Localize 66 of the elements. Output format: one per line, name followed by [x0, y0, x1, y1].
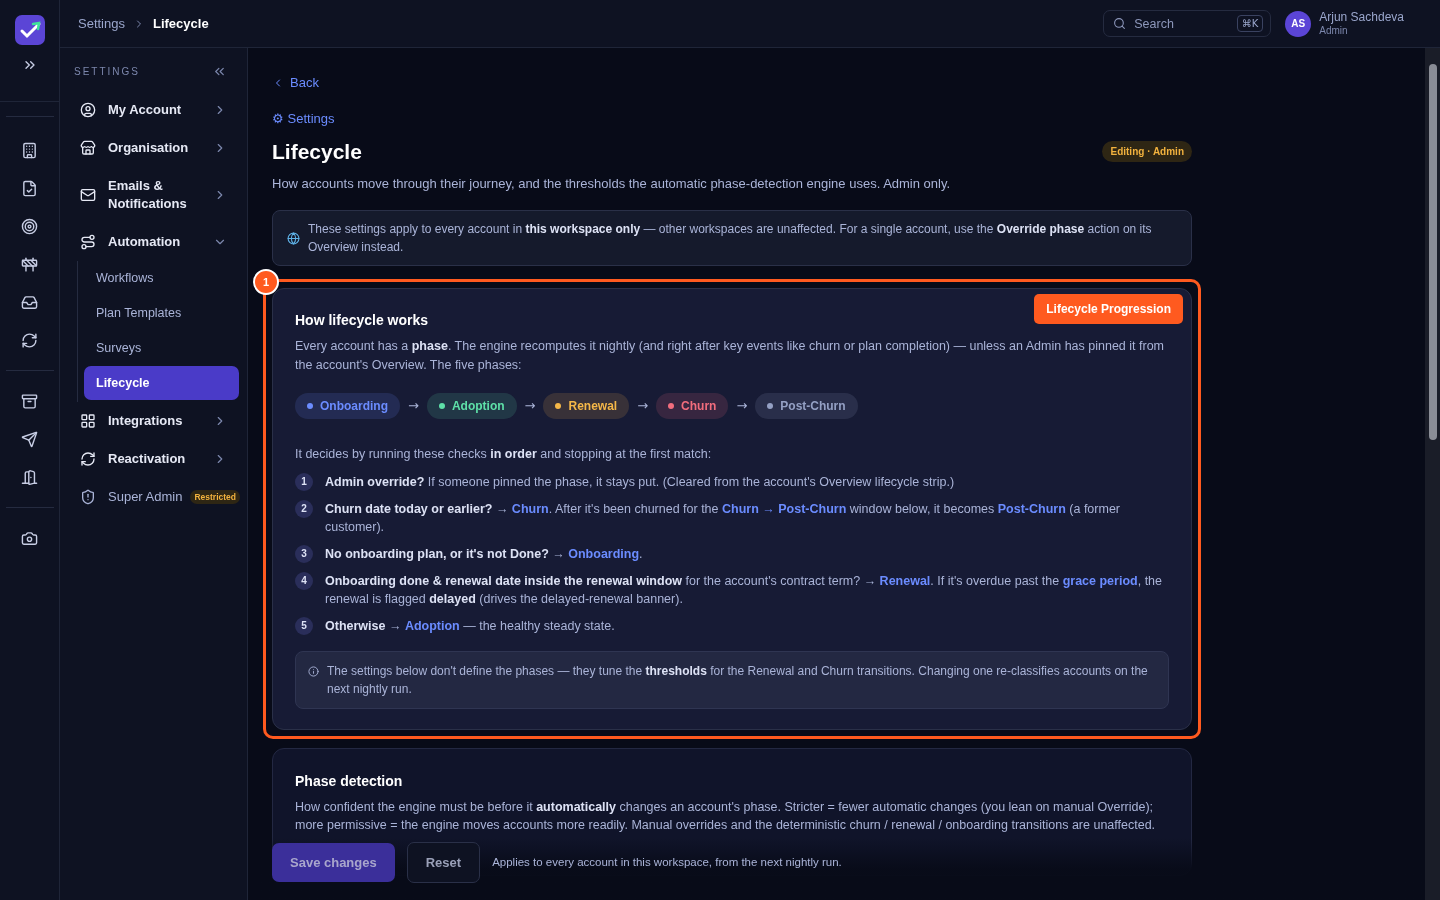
sidebar-item[interactable]: Super Admin	[80, 487, 183, 507]
card-description: How confident the engine must be before it automatically changes an account's phase. Stricter = fewer automatic changes (you lean on manual Override); more permissive = the engine moves accounts more readily. Manual overrides and the deterministic churn / renewal / onboarding transitions are unaffected.	[295, 798, 1157, 835]
note-text: The settings below don't define the phases — they tune the thresholds for the Renewal and Churn transitions. Changing one re-classifies accounts on the next nightly run.	[327, 662, 1149, 698]
breadcrumb-link[interactable]: Settings	[78, 13, 125, 34]
shortcut-key: ⌘K	[1236, 15, 1264, 32]
mail-icon	[80, 187, 96, 203]
annotation-label: Lifecycle Progression	[1034, 294, 1183, 324]
step-number: 4	[295, 571, 313, 590]
sidebar-item[interactable]: Organisation	[74, 129, 239, 167]
step-number: 2	[295, 499, 313, 518]
back-link[interactable]: Back	[272, 73, 319, 93]
sidebar-subitem[interactable]: Plan Templates	[84, 296, 239, 330]
check-text: Churn date today or earlier? → Churn. After it's been churned for the Churn → Post-Churn window below, it becomes Post-Churn (a former customer).	[325, 500, 1121, 536]
scrollbar-thumb[interactable]	[1428, 64, 1437, 440]
sidebar-item[interactable]: Automation	[74, 223, 239, 261]
route-icon	[80, 234, 96, 250]
reset-button[interactable]: Reset	[406, 842, 481, 883]
check-text: Onboarding done & renewal date inside the renewal window for the account's contract term? → Renewal. If it's overdue past the grace period, the renewal is flagged delayed (drives the delayed-renewal banner).	[325, 572, 1163, 608]
footer-hint: Applies to every account in this workspace, from the next nightly run.	[492, 854, 842, 870]
restricted-badge: Restricted	[190, 489, 240, 505]
globe-icon	[287, 231, 300, 245]
phase-arrow: →	[407, 397, 420, 416]
phase-chip: Renewal	[543, 393, 630, 419]
search-icon	[1113, 17, 1127, 30]
card-intro: Every account has a phase. The engine recomputes it nightly (and right after key events like churn or plan completion) — unless an Admin has pinned it from the account's Overview. The five phases:	[295, 338, 1165, 374]
save-button[interactable]: Save changes	[272, 843, 395, 882]
phase-arrow: →	[735, 397, 749, 416]
user-avatar[interactable]: AS	[1285, 10, 1312, 37]
app-logo-icon[interactable]	[14, 15, 45, 45]
info-icon	[308, 665, 319, 677]
sidebar-subitem[interactable]: Lifecycle	[84, 366, 239, 400]
grid-icon	[80, 413, 96, 429]
sidebar-subitem[interactable]: Workflows	[84, 261, 239, 295]
step-number: 1	[295, 472, 313, 491]
sidebar-item[interactable]: Emails & Notifications	[74, 167, 239, 223]
sidebar-subitem[interactable]: Surveys	[84, 331, 239, 365]
settings-link[interactable]: ⚙ Settings	[272, 108, 1192, 128]
shield-icon	[80, 489, 96, 505]
step-number: 3	[295, 544, 313, 563]
refresh-icon	[80, 451, 96, 467]
card-title: Phase detection	[295, 771, 404, 791]
check-text: Admin override? If someone pinned the phase, it stays put. (Cleared from the account's Overview lifecycle strip.)	[325, 473, 955, 491]
check-text: No onboarding plan, or it's not Done? → Onboarding.	[325, 545, 643, 563]
user-circle-icon	[80, 102, 96, 118]
phase-arrow: →	[523, 397, 537, 416]
page-title: Lifecycle	[272, 139, 362, 165]
sidebar-heading: SETTINGS	[74, 65, 140, 79]
user-name: Arjun Sachdeva	[1319, 10, 1404, 24]
phase-chip: Post-Churn	[755, 393, 858, 419]
notice-text: These settings apply to every account in this workspace only — other workspaces are unaffected. For a single account, use the Override phase action on its Overview instead.	[308, 221, 1153, 256]
editing-badge: Editing · Admin	[1102, 141, 1192, 163]
phase-chip: Churn	[656, 393, 729, 419]
phase-arrow: →	[636, 397, 650, 416]
phase-chip: Onboarding	[295, 393, 400, 419]
user-role: Admin	[1319, 24, 1349, 37]
breadcrumb-link[interactable]: Lifecycle	[153, 13, 209, 34]
checks-intro: It decides by running these checks in order and stopping at the first match:	[295, 446, 713, 463]
annotation-marker: 1	[253, 269, 279, 295]
sidebar-item[interactable]: Integrations	[74, 402, 239, 440]
page-subtitle: How accounts move through their journey, and the thresholds the automatic phase-detection engine uses. Admin only.	[272, 174, 952, 193]
sidebar-item[interactable]: Reactivation	[74, 440, 239, 478]
check-text: Otherwise → Adoption — the healthy steady state.	[325, 617, 615, 635]
sidebar-item[interactable]: My Account	[74, 91, 239, 129]
step-number: 5	[295, 616, 313, 635]
phase-chip: Adoption	[426, 393, 517, 419]
store-icon	[80, 140, 96, 156]
